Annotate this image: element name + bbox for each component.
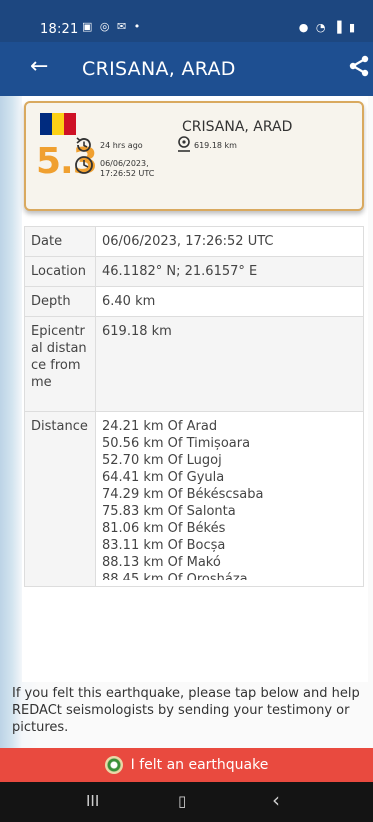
list-item: 81.06 km Of Békés [102,521,226,536]
time-ago: 24 hrs ago [100,141,143,150]
card-distance: 619.18 km [194,141,237,150]
card-datetime: 06/06/2023, 17:26:52 UTC [100,159,154,179]
history-icon [76,137,91,152]
list-item: 52.70 km Of Lugoj [102,453,222,468]
home-button[interactable]: ▯ [178,792,186,810]
flag-stripe-blue [40,113,52,135]
list-item: 24.21 km Of Arad [102,419,218,434]
system-status-icons: ● ◔ ▐ ▮ [298,21,357,34]
clock-icon [75,156,93,174]
felt-earthquake-label: I felt an earthquake [130,757,269,773]
table-row: Date 06/06/2023, 17:26:52 UTC [24,226,364,257]
list-item: 50.56 km Of Timișoara [102,436,251,451]
depth-label: Depth [24,286,96,317]
table-row: Epicentral distance from me 619.18 km [24,316,364,412]
date-value: 06/06/2023, 17:26:52 UTC [95,226,364,257]
location-value: 46.1182° N; 21.6157° E [95,256,364,287]
list-item: 83.11 km Of Bocșa [102,538,226,553]
felt-report-icon [104,756,123,774]
card-date: 06/06/2023, [100,159,149,168]
testimony-prompt-text: If you felt this earthquake, please tap … [12,686,360,735]
recents-button[interactable]: III [86,792,99,810]
page-title: CRISANA, ARAD [82,58,236,80]
earthquake-summary-card: 5.3 CRISANA, ARAD 24 hrs ago 619.18 km 0… [24,101,364,211]
epicentral-label: Epicentral distance from me [24,316,96,412]
table-row: Location 46.1182° N; 21.6157° E [24,256,364,287]
clock: 18:21 [40,22,79,37]
list-item: 88.13 km Of Makó [102,555,221,570]
epicentral-label-text: Epicentral distance from me [31,324,87,390]
romania-flag-icon [40,113,76,135]
flag-stripe-red [64,113,76,135]
list-item: 88.45 km Of Orosháza [102,572,248,580]
system-navigation-bar: III ▯ ‹ [0,782,373,822]
app-bar: ← CRISANA, ARAD [0,42,373,96]
share-icon[interactable] [347,54,371,78]
card-location: CRISANA, ARAD [182,119,293,135]
notification-icons: ▣ ◎ ✉ • [82,20,143,33]
back-arrow-icon[interactable]: ← [30,54,48,79]
depth-value: 6.40 km [95,286,364,317]
date-label: Date [24,226,96,257]
flag-stripe-yellow [52,113,64,135]
table-row: Depth 6.40 km [24,286,364,317]
list-item: 74.29 km Of Békéscsaba [102,487,264,502]
epicentral-value: 619.18 km [95,316,364,412]
nav-back-button[interactable]: ‹ [272,788,280,812]
distance-label: Distance [24,411,96,587]
felt-earthquake-button[interactable]: I felt an earthquake [0,748,373,782]
list-item: 64.41 km Of Gyula [102,470,225,485]
status-bar: 18:21 ▣ ◎ ✉ • ● ◔ ▐ ▮ [0,0,373,42]
table-row: Distance 24.21 km Of Arad 50.56 km Of Ti… [24,411,364,587]
location-pin-icon [178,136,190,152]
distance-list-cell: 24.21 km Of Arad 50.56 km Of Timișoara 5… [95,411,364,587]
location-label: Location [24,256,96,287]
list-item: 75.83 km Of Salonta [102,504,236,519]
distance-list[interactable]: 24.21 km Of Arad 50.56 km Of Timișoara 5… [102,418,357,580]
earthquake-details-table: Date 06/06/2023, 17:26:52 UTC Location 4… [24,226,364,587]
card-time: 17:26:52 UTC [100,169,155,178]
